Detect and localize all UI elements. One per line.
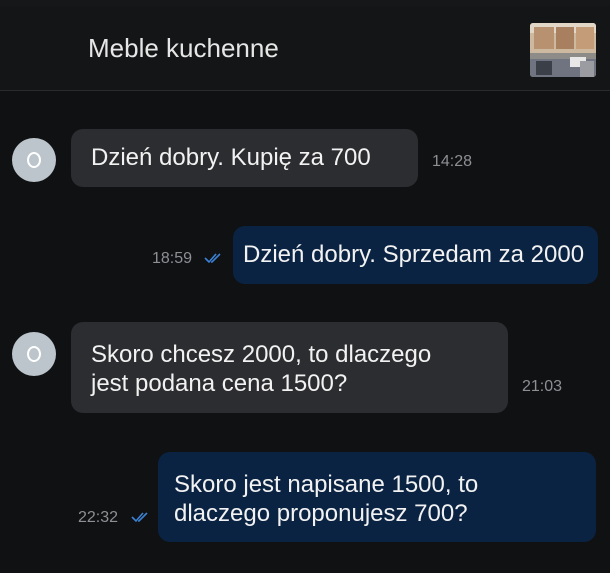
- user-icon: [27, 346, 41, 362]
- message-time: 21:03: [522, 378, 563, 395]
- message-bubble-outgoing[interactable]: Dzień dobry. Sprzedam za 2000: [233, 226, 598, 284]
- listing-thumbnail[interactable]: [530, 23, 596, 77]
- message-time: 22:32: [78, 509, 119, 526]
- message-text: Dzień dobry. Sprzedam za 2000: [243, 241, 585, 268]
- double-check-icon: [131, 512, 148, 523]
- double-check-icon: [204, 253, 221, 264]
- message-list[interactable]: Dzień dobry. Kupię za 700 14:28 18:59 Dz…: [0, 91, 610, 573]
- message-text-line: jest podana cena 1500?: [91, 370, 348, 397]
- message-bubble-incoming[interactable]: Dzień dobry. Kupię za 700: [71, 129, 418, 187]
- user-icon: [27, 152, 41, 168]
- message-text-line: Skoro chcesz 2000, to dlaczego: [91, 341, 432, 368]
- message-time: 14:28: [432, 153, 473, 170]
- message-text-line: dlaczego proponujesz 700?: [174, 500, 468, 527]
- listing-title[interactable]: Meble kuchenne: [88, 32, 279, 64]
- avatar[interactable]: [12, 332, 56, 376]
- kitchen-photo-icon: [530, 23, 596, 77]
- conversation-header: Meble kuchenne: [0, 6, 610, 91]
- message-bubble-outgoing[interactable]: Skoro jest napisane 1500, to dlaczego pr…: [158, 452, 596, 542]
- message-time: 18:59: [152, 250, 193, 267]
- message-text-line: Skoro jest napisane 1500, to: [174, 471, 479, 498]
- message-text: Dzień dobry. Kupię za 700: [91, 144, 371, 171]
- avatar[interactable]: [12, 138, 56, 182]
- message-bubble-incoming[interactable]: Skoro chcesz 2000, to dlaczego jest poda…: [71, 322, 508, 413]
